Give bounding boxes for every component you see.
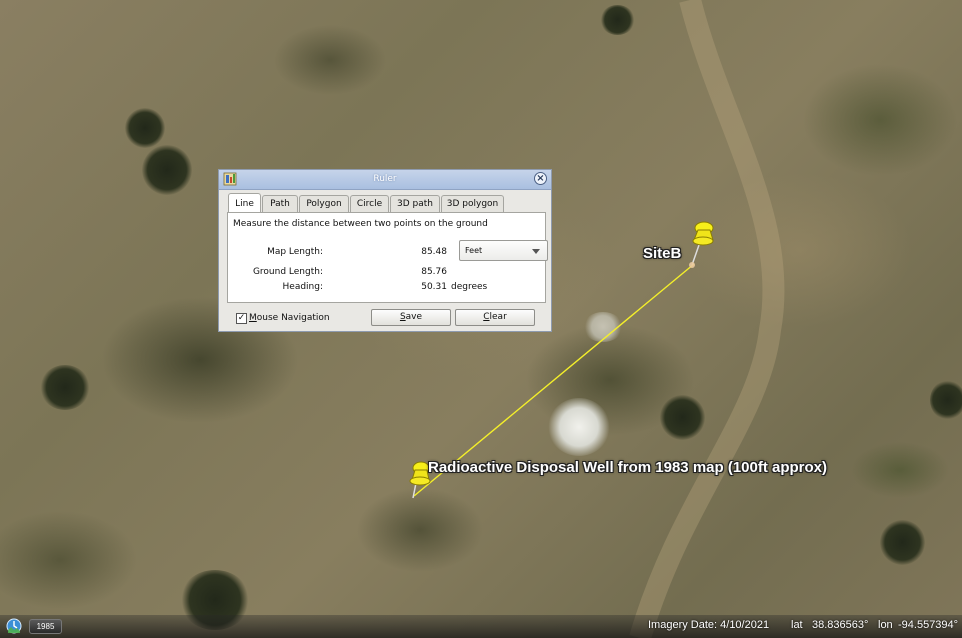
ruler-titlebar[interactable]: Ruler × <box>219 170 551 190</box>
year-badge[interactable]: 1985 <box>29 619 62 634</box>
chevron-down-icon <box>532 249 540 254</box>
siteb-pushpin-icon[interactable] <box>689 221 714 268</box>
imagery-date: Imagery Date: 4/10/2021 <box>648 619 770 631</box>
status-bar: 1985 Imagery Date: 4/10/2021 lat 38.8365… <box>0 615 962 638</box>
ground-length-label: Ground Length: <box>252 267 323 277</box>
tab-path[interactable]: Path <box>262 195 298 212</box>
mouse-navigation-checkbox[interactable]: ✓ <box>236 313 247 324</box>
well-pushpin-icon[interactable] <box>409 461 431 499</box>
save-button[interactable]: Save <box>371 309 451 326</box>
measure-description: Measure the distance between two points … <box>233 219 488 229</box>
map-length-value: 85.48 <box>421 247 447 257</box>
heading-value: 50.31 <box>421 282 447 292</box>
ruler-title: Ruler <box>373 174 397 184</box>
mouse-navigation-label[interactable]: Mouse Navigation <box>249 313 330 323</box>
lat-value: 38.836563° <box>812 619 869 631</box>
ruler-dialog: Ruler × Line Path Polygon Circle 3D path… <box>218 169 552 332</box>
siteb-label[interactable]: SiteB <box>643 245 681 262</box>
map-length-label: Map Length: <box>267 247 323 257</box>
heading-label: Heading: <box>282 282 323 292</box>
line-tab-panel: Measure the distance between two points … <box>227 212 548 303</box>
units-selected-value: Feet <box>465 246 483 255</box>
tab-polygon[interactable]: Polygon <box>299 195 349 212</box>
units-select[interactable]: Feet <box>459 240 548 261</box>
clear-button[interactable]: Clear <box>455 309 535 326</box>
well-label[interactable]: Radioactive Disposal Well from 1983 map … <box>428 459 827 476</box>
historical-imagery-clock-icon[interactable] <box>6 618 22 634</box>
tab-circle[interactable]: Circle <box>350 195 389 212</box>
heading-unit: degrees <box>451 282 488 292</box>
ground-length-value: 85.76 <box>421 267 447 277</box>
tab-3d-polygon[interactable]: 3D polygon <box>441 195 504 212</box>
tab-line[interactable]: Line <box>228 193 261 212</box>
lon-label: lon <box>878 619 893 631</box>
lon-value: -94.557394° <box>898 619 959 631</box>
close-icon[interactable]: × <box>534 172 547 185</box>
tab-3d-path[interactable]: 3D path <box>390 195 440 212</box>
lat-label: lat <box>791 619 803 631</box>
